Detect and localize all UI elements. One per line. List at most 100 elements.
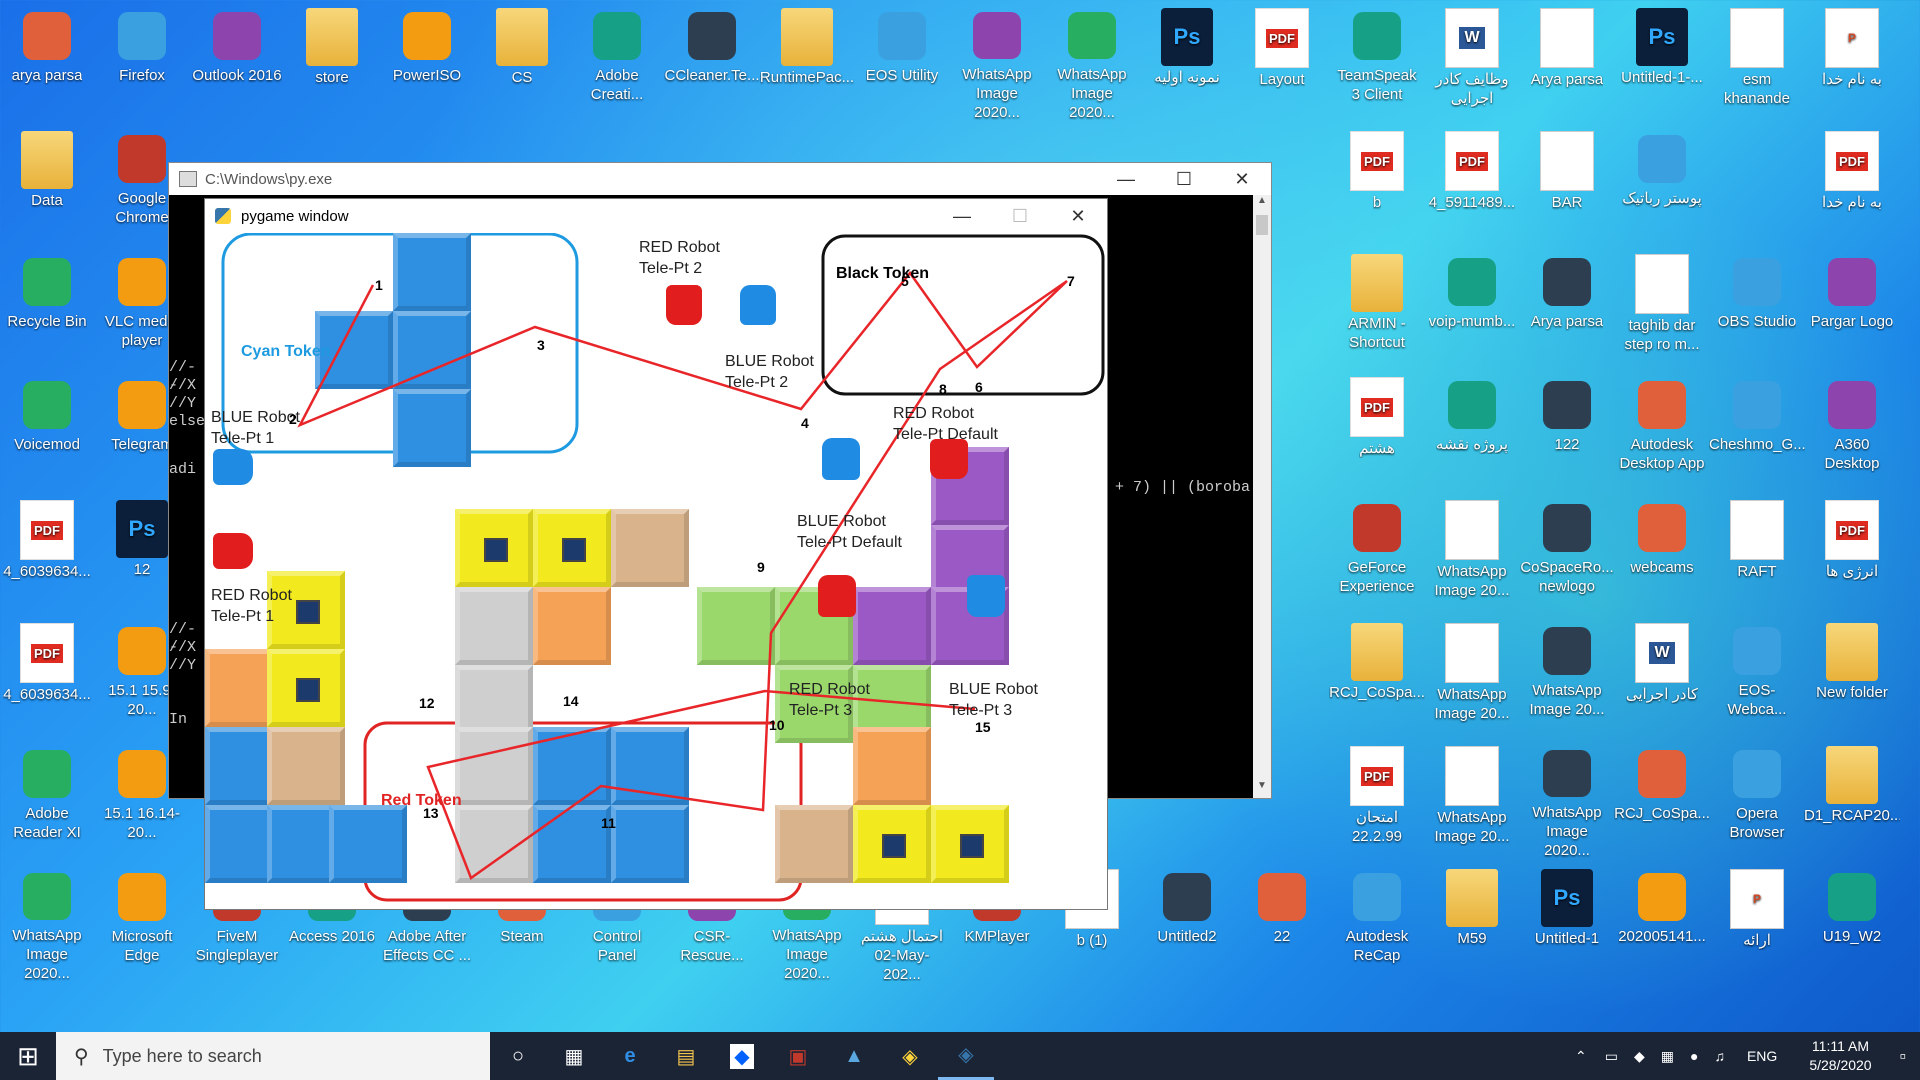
desktop-icon[interactable]: Arya parsa xyxy=(1522,248,1612,366)
desktop-icon[interactable]: WhatsApp Image 20... xyxy=(1427,617,1517,735)
desktop-icon[interactable]: پوستر رباتیک xyxy=(1617,125,1707,243)
desktop-icon[interactable]: Recycle Bin xyxy=(2,248,92,366)
red-robot-tele1[interactable] xyxy=(213,533,253,569)
desktop-icon[interactable]: Ps Untitled-1-... xyxy=(1617,2,1707,120)
desktop-icon[interactable]: Autodesk Desktop App xyxy=(1617,371,1707,489)
desktop-icon[interactable]: RCJ_CoSpa... xyxy=(1614,740,1710,858)
desktop-icon[interactable]: Ps Untitled-1 xyxy=(1522,863,1612,981)
desktop-icon[interactable]: EOS Utility xyxy=(857,2,947,120)
desktop-icon[interactable]: P به نام خدا xyxy=(1807,2,1897,120)
desktop-icon[interactable]: WhatsApp Image 2020... xyxy=(952,2,1042,120)
desktop-icon[interactable]: CoSpaceRo... newlogo xyxy=(1520,494,1614,612)
python-taskbar-icon[interactable]: ◈ xyxy=(938,1032,994,1080)
python-launcher-icon[interactable]: ◈ xyxy=(882,1032,938,1080)
language-indicator[interactable]: ENG xyxy=(1747,1048,1777,1064)
pygame-close-button[interactable]: ✕ xyxy=(1049,199,1107,233)
desktop-icon[interactable]: BAR xyxy=(1522,125,1612,243)
volume-icon[interactable]: ♫ xyxy=(1714,1048,1725,1064)
pygame-titlebar[interactable]: pygame window — ☐ ✕ xyxy=(205,199,1107,233)
console-maximize-button[interactable]: ☐ xyxy=(1155,163,1213,195)
desktop-icon[interactable]: U19_W2 xyxy=(1807,863,1897,981)
desktop-icon[interactable]: store xyxy=(287,2,377,120)
desktop-icon[interactable]: WhatsApp Image 20... xyxy=(1427,740,1517,858)
desktop-icon[interactable]: D1_RCAP20... xyxy=(1804,740,1900,858)
network-icon[interactable]: ▦ xyxy=(1661,1048,1674,1065)
desktop-icon[interactable]: PDF هشتم xyxy=(1332,371,1422,489)
desktop-icon[interactable]: WhatsApp Image 2020... xyxy=(2,863,92,981)
microphone-icon[interactable]: ● xyxy=(1690,1048,1698,1064)
battery-icon[interactable]: ▭ xyxy=(1605,1048,1618,1065)
cortana-icon[interactable]: ○ xyxy=(490,1032,546,1080)
pygame-minimize-button[interactable]: — xyxy=(933,199,991,233)
pygame-maximize-button[interactable]: ☐ xyxy=(991,199,1049,233)
desktop-icon[interactable]: 22 xyxy=(1237,863,1327,981)
desktop-icon[interactable]: Adobe Creati... xyxy=(572,2,662,120)
search-box[interactable]: ⚲ Type here to search xyxy=(56,1032,490,1080)
desktop-icon[interactable]: Untitled2 xyxy=(1142,863,1232,981)
desktop-icon[interactable]: Ps نمونه اولیه xyxy=(1142,2,1232,120)
desktop-icon[interactable]: CCleaner.Te... xyxy=(664,2,760,120)
desktop-icon[interactable]: WhatsApp Image 20... xyxy=(1427,494,1517,612)
desktop-icon[interactable]: PDF انرژی ها xyxy=(1807,494,1897,612)
task-view-icon[interactable]: ▦ xyxy=(546,1032,602,1080)
desktop-icon[interactable]: 202005141... xyxy=(1617,863,1707,981)
scroll-down-icon[interactable]: ▼ xyxy=(1253,780,1271,798)
blue-robot-tele3[interactable] xyxy=(967,575,1005,617)
desktop-icon[interactable]: PDF 4_6039634... xyxy=(2,494,92,612)
desktop-icon[interactable]: RuntimePac... xyxy=(760,2,854,120)
desktop-icon[interactable]: M59 xyxy=(1427,863,1517,981)
desktop-icon[interactable]: PowerISO xyxy=(382,2,472,120)
desktop-icon[interactable]: esm khanande xyxy=(1712,2,1802,120)
desktop-icon[interactable]: WhatsApp Image 20... xyxy=(1522,617,1612,735)
blue-robot-tele2[interactable] xyxy=(740,285,776,325)
desktop-icon[interactable]: RCJ_CoSpa... xyxy=(1329,617,1425,735)
desktop-icon[interactable]: Microsoft Edge xyxy=(97,863,187,981)
desktop-icon[interactable]: Autodesk ReCap xyxy=(1332,863,1422,981)
desktop-icon[interactable]: PDF 4_5911489... xyxy=(1427,125,1517,243)
desktop-icon[interactable]: Pargar Logo xyxy=(1807,248,1897,366)
desktop-icon[interactable]: PDF 4_6039634... xyxy=(2,617,92,735)
desktop-icon[interactable]: Arya parsa xyxy=(1522,2,1612,120)
desktop-icon[interactable]: پروژه نقشه xyxy=(1427,371,1517,489)
desktop-icon[interactable]: A360 Desktop xyxy=(1807,371,1897,489)
desktop-icon[interactable]: WhatsApp Image 2020... xyxy=(1047,2,1137,120)
desktop-icon[interactable]: Outlook 2016 xyxy=(192,2,282,120)
desktop-icon[interactable]: P ارائه xyxy=(1712,863,1802,981)
blue-robot-teledefault[interactable] xyxy=(822,438,860,480)
console-close-button[interactable]: ✕ xyxy=(1213,163,1271,195)
console-minimize-button[interactable]: — xyxy=(1097,163,1155,195)
clock[interactable]: 11:11 AM 5/28/2020 xyxy=(1809,1037,1871,1075)
desktop-icon[interactable]: TeamSpeak 3 Client xyxy=(1332,2,1422,120)
winrar-icon[interactable]: ▣ xyxy=(770,1032,826,1080)
desktop-icon[interactable]: PDF به نام خدا xyxy=(1807,125,1897,243)
desktop-icon[interactable]: PDF امتحان 22.2.99 xyxy=(1332,740,1422,858)
pygame-window[interactable]: pygame window — ☐ ✕ Cyan Token Black Tok… xyxy=(204,198,1108,910)
red-robot-teledefault[interactable] xyxy=(930,439,968,479)
desktop-icon[interactable]: voip-mumb... xyxy=(1427,248,1517,366)
desktop-icon[interactable]: GeForce Experience xyxy=(1332,494,1422,612)
game-field[interactable]: Cyan Token Black Token Red Token RED Rob… xyxy=(205,233,1107,909)
file-explorer-icon[interactable]: ▤ xyxy=(658,1032,714,1080)
desktop-icon[interactable]: WhatsApp Image 2020... xyxy=(1522,740,1612,858)
desktop-icon[interactable]: Opera Browser xyxy=(1712,740,1802,858)
desktop-icon[interactable]: ARMIN - Shortcut xyxy=(1332,248,1422,366)
desktop-icon[interactable]: Data xyxy=(2,125,92,243)
desktop-icon[interactable]: webcams xyxy=(1617,494,1707,612)
blue-robot-tele1[interactable] xyxy=(213,449,253,485)
desktop-icon[interactable]: Voicemod xyxy=(2,371,92,489)
desktop-icon[interactable]: OBS Studio xyxy=(1712,248,1802,366)
dropbox-tray-icon[interactable]: ◆ xyxy=(1634,1048,1645,1065)
desktop-icon[interactable]: W وظایف کادر اجرایی xyxy=(1427,2,1517,120)
windows-start-icon[interactable]: ⊞ xyxy=(0,1032,56,1080)
desktop-icon[interactable]: PDF Layout xyxy=(1237,2,1327,120)
notifications-icon[interactable]: ▫ xyxy=(1900,1046,1906,1067)
desktop-icon[interactable]: 122 xyxy=(1522,371,1612,489)
desktop-icon[interactable]: PDF b xyxy=(1332,125,1422,243)
console-scrollbar[interactable]: ▲ ▼ xyxy=(1253,195,1271,798)
desktop-icon[interactable]: CS xyxy=(477,2,567,120)
desktop-icon[interactable]: Adobe Reader XI xyxy=(2,740,92,858)
desktop-icon[interactable]: RAFT xyxy=(1712,494,1802,612)
scroll-up-icon[interactable]: ▲ xyxy=(1253,195,1271,213)
desktop-icon[interactable]: EOS-Webca... xyxy=(1712,617,1802,735)
photos-icon[interactable]: ▲ xyxy=(826,1032,882,1080)
